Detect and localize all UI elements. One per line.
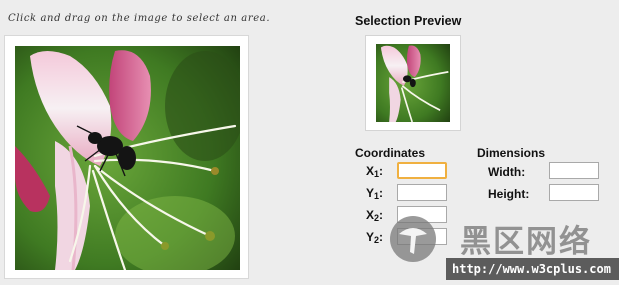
preview-title: Selection Preview bbox=[355, 14, 462, 28]
height-input[interactable] bbox=[549, 184, 599, 201]
y2-row: Y2: bbox=[366, 230, 383, 245]
y1-input[interactable] bbox=[397, 184, 447, 201]
width-label: Width: bbox=[488, 165, 526, 179]
y2-label: Y2: bbox=[366, 230, 384, 245]
x2-row: X2: bbox=[366, 208, 383, 223]
width-input[interactable] bbox=[549, 162, 599, 179]
watermark-url: http://www.w3cplus.com bbox=[446, 258, 619, 280]
watermark-logo-icon bbox=[390, 216, 436, 262]
y1-label: Y1: bbox=[366, 186, 384, 201]
x2-label: X2: bbox=[366, 208, 384, 223]
y1-row: Y1: bbox=[366, 186, 383, 201]
watermark-text: 黑区网络 bbox=[460, 224, 592, 260]
watermark: 黑区网络 http://www.w3cplus.com bbox=[390, 210, 619, 285]
height-row: Height: bbox=[488, 187, 529, 201]
coordinates-title: Coordinates bbox=[355, 146, 426, 160]
height-label: Height: bbox=[488, 187, 530, 201]
dimensions-title: Dimensions bbox=[477, 146, 546, 160]
main-image-frame bbox=[4, 35, 249, 279]
preview-image bbox=[376, 44, 450, 122]
x1-label: X1: bbox=[366, 164, 384, 179]
x1-input[interactable] bbox=[397, 162, 447, 179]
preview-frame bbox=[365, 35, 461, 131]
x1-row: X1: bbox=[366, 164, 383, 179]
crop-target-image[interactable] bbox=[15, 46, 240, 270]
instruction-text: Click and drag on the image to select an… bbox=[8, 13, 271, 24]
width-row: Width: bbox=[488, 165, 525, 179]
